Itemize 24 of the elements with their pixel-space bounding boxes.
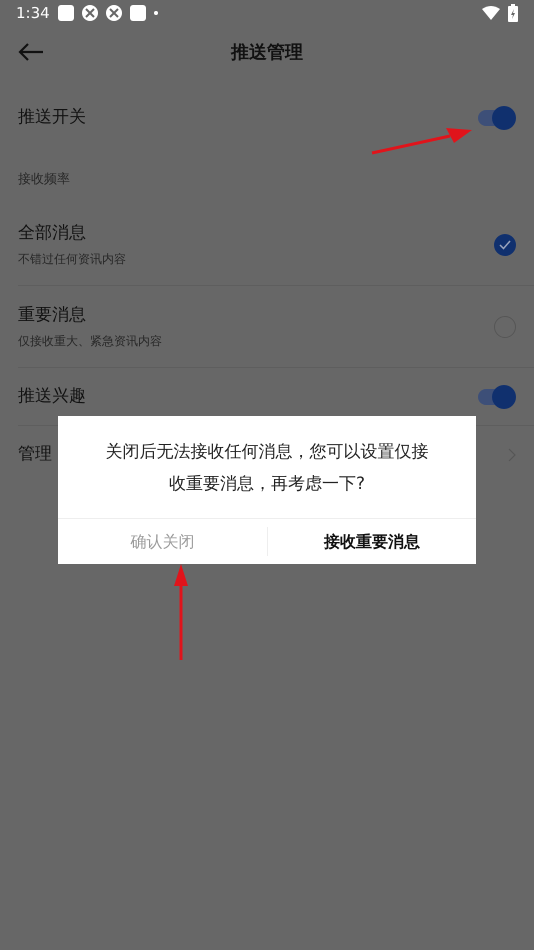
option-subtitle: 仅接收重大、紧急资讯内容 (18, 333, 162, 350)
setting-label: 推送开关 (18, 106, 86, 130)
option-title: 全部消息 (18, 222, 87, 245)
app-square-icon (58, 5, 74, 21)
option-title: 重要消息 (18, 304, 87, 327)
dot-icon (154, 11, 158, 15)
back-arrow-icon[interactable] (18, 42, 44, 62)
dialog-button[interactable]: 接收重要消息 (268, 519, 476, 564)
aperture-icon (106, 5, 122, 21)
battery-icon (508, 4, 518, 22)
setting-label: 推送兴趣 (18, 384, 86, 408)
dialog-message: 关闭后无法接收任何消息，您可以设置仅接收重要消息，再考虑一下? (104, 441, 430, 496)
option-subtitle: 不错过任何资讯内容 (18, 251, 126, 268)
app-square-icon (130, 5, 146, 21)
toggle-switch[interactable] (476, 106, 516, 130)
toggle-switch[interactable] (476, 384, 516, 408)
aperture-icon (82, 5, 98, 21)
page-title: 推送管理 (231, 40, 303, 64)
status-time: 1:34 (16, 2, 50, 24)
section-label: 接收频率 (18, 171, 70, 190)
radio-button[interactable] (494, 234, 516, 256)
check-icon (499, 240, 511, 250)
setting-label: 管理 (18, 443, 52, 466)
wifi-icon (482, 6, 500, 20)
